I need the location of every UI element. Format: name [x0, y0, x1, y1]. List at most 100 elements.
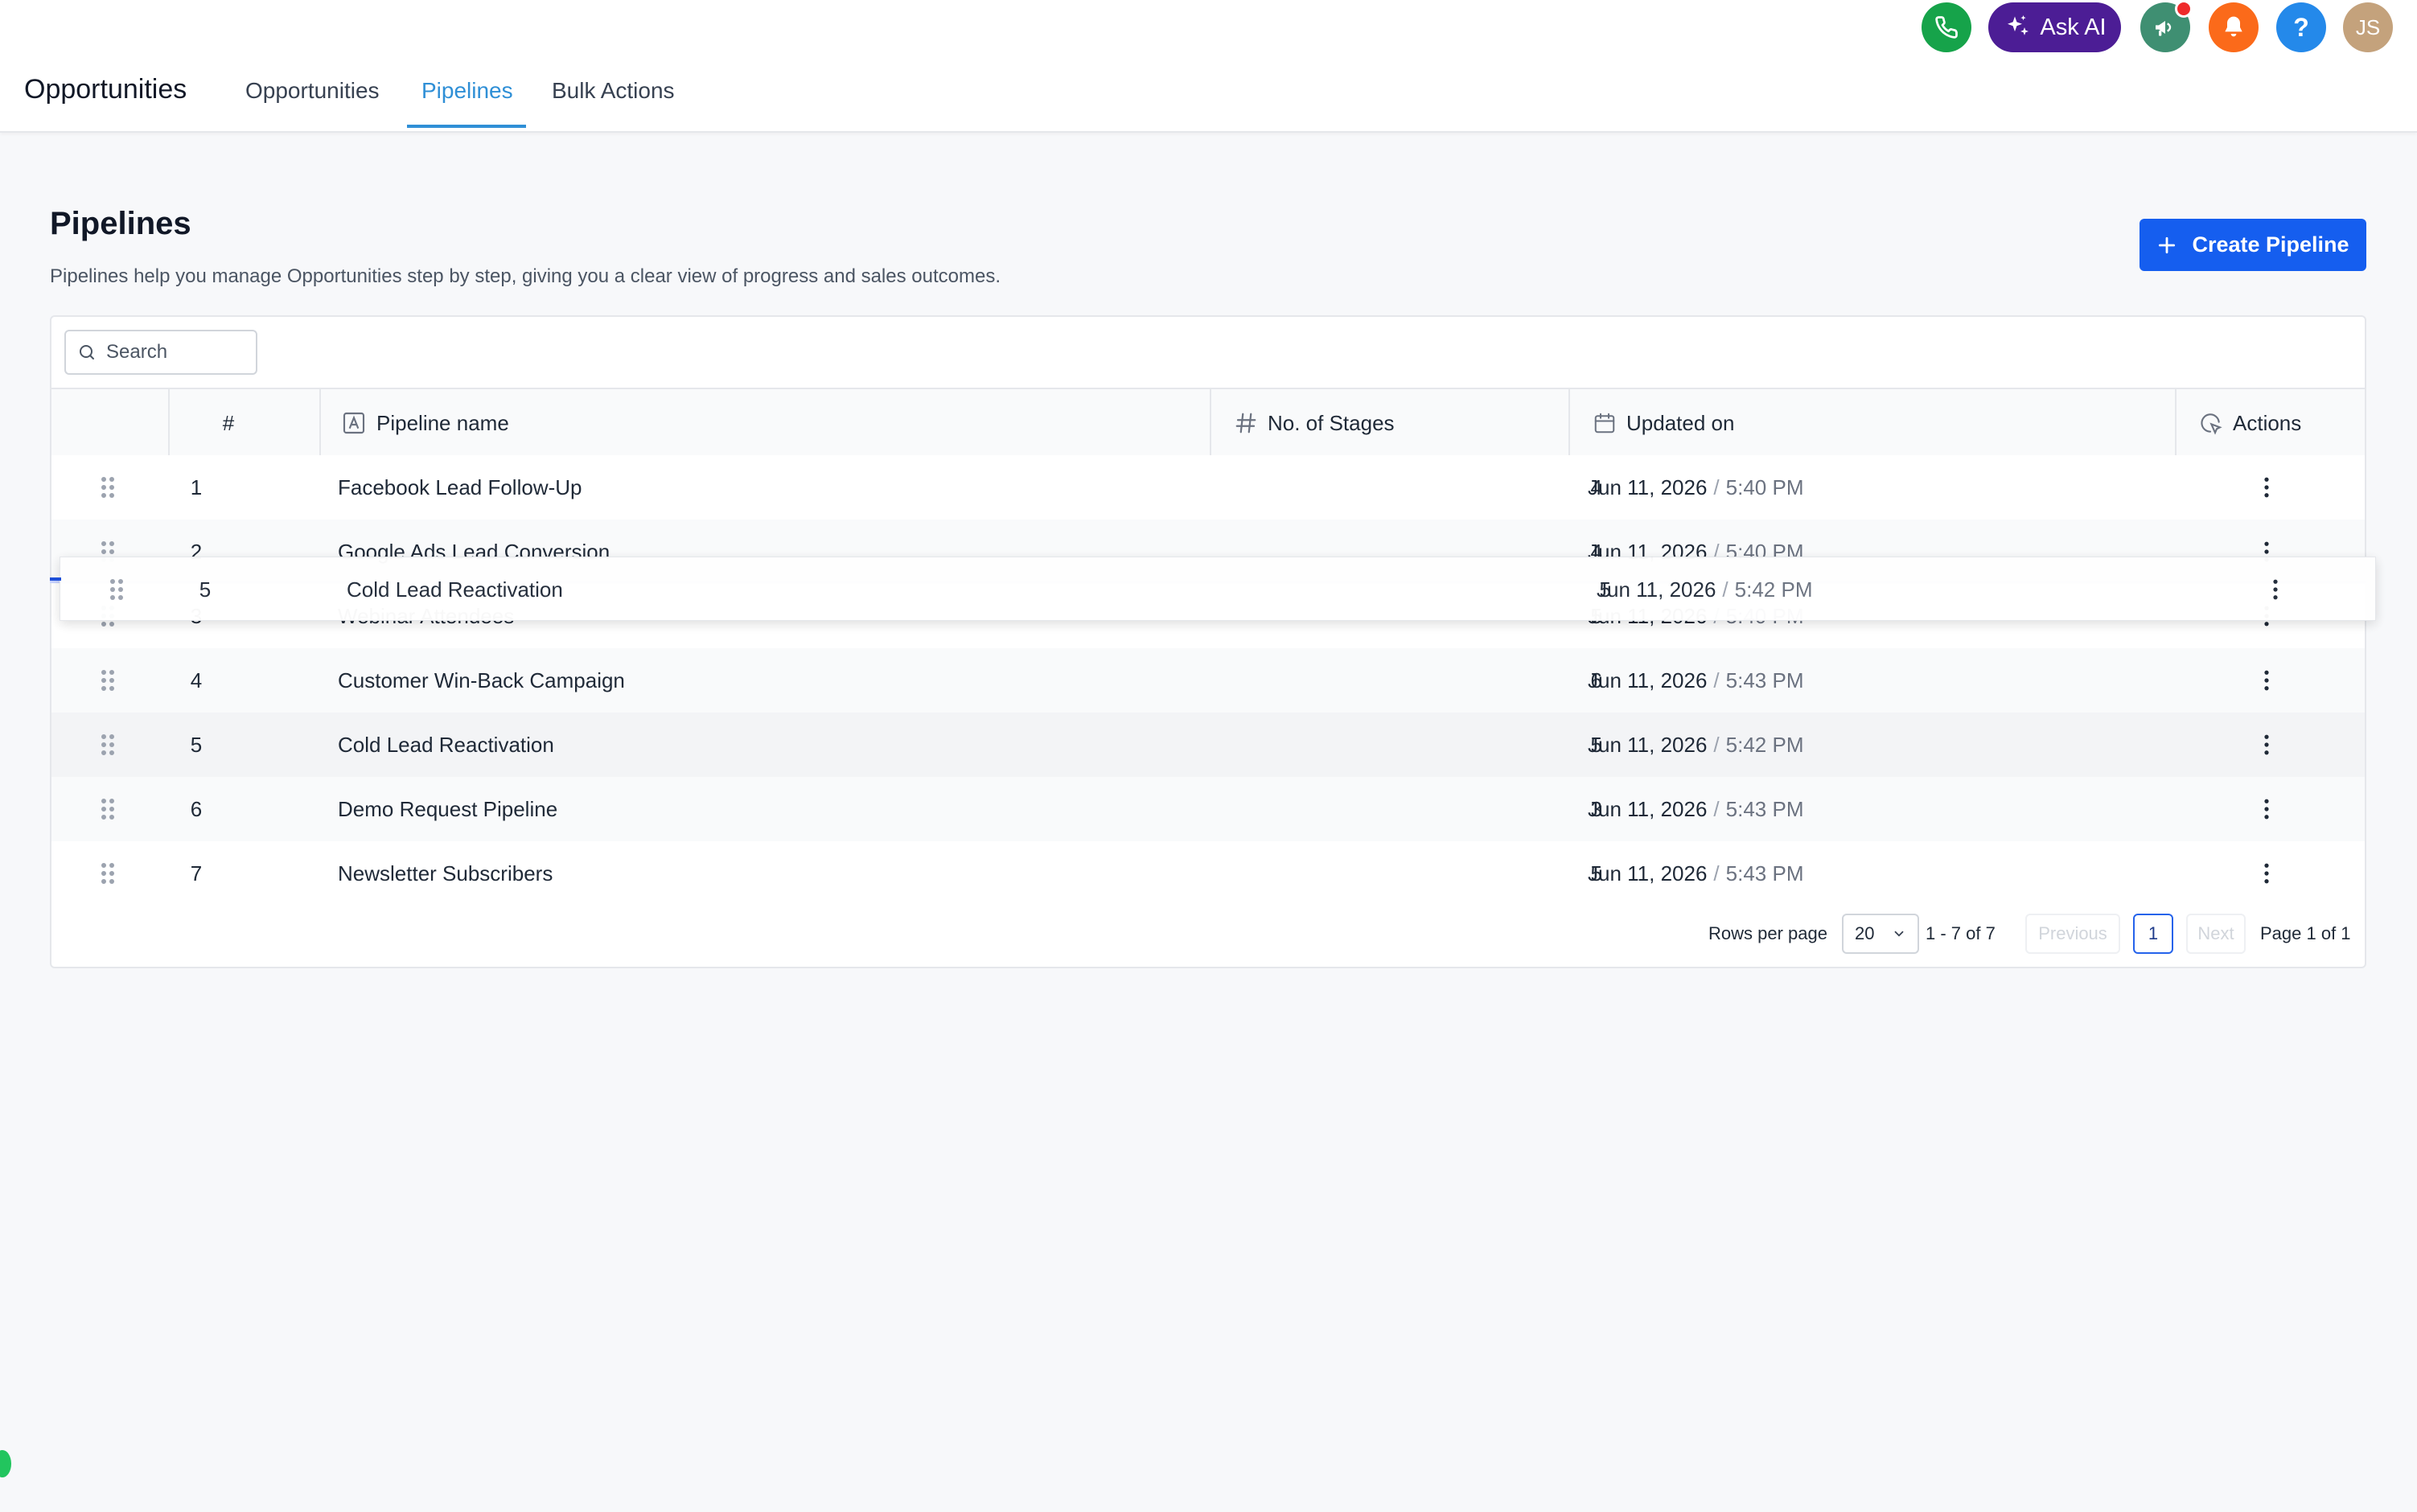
more-vertical-icon[interactable]: [2263, 648, 2270, 713]
row-number: 1: [190, 475, 203, 499]
current-page-button[interactable]: 1: [2133, 914, 2173, 954]
column-divider: [2175, 389, 2177, 457]
notifications-button[interactable]: [2209, 2, 2259, 52]
more-vertical-icon[interactable]: [2263, 777, 2270, 841]
updated-time: 5:43 PM: [1725, 861, 1804, 885]
page-title: Pipelines: [50, 206, 191, 241]
next-page-button[interactable]: Next: [2186, 914, 2246, 954]
pagination: Rows per page 20 1 - 7 of 7 Previous 1 N…: [51, 914, 2365, 954]
updated-time: 5:42 PM: [1734, 577, 1813, 602]
more-vertical-icon[interactable]: [2263, 713, 2270, 777]
table-row[interactable]: 1 Facebook Lead Follow-Up 4 Jun 11, 2026…: [51, 455, 2365, 520]
date-separator: /: [1713, 732, 1720, 757]
updated-date: Jun 11, 2026: [1588, 861, 1708, 885]
date-separator: /: [1713, 668, 1720, 692]
table-row[interactable]: 6 Demo Request Pipeline 3 Jun 11, 2026/5…: [51, 777, 2365, 841]
create-pipeline-button[interactable]: Create Pipeline: [2140, 219, 2366, 271]
bell-icon: [2225, 16, 2242, 37]
rows-per-page-value: 20: [1855, 923, 1875, 943]
updated-time: 5:43 PM: [1725, 668, 1804, 692]
date-separator: /: [1713, 796, 1720, 821]
date-separator: /: [1722, 577, 1728, 602]
notification-dot: [2175, 0, 2193, 18]
drop-indicator-marker: [50, 577, 61, 581]
updated-on: Jun 11, 2026/5:42 PM: [1597, 557, 1812, 622]
next-label: Next: [2197, 923, 2234, 943]
more-vertical-icon[interactable]: [2263, 455, 2270, 520]
active-tab-indicator: [407, 125, 526, 128]
drag-handle-icon[interactable]: [100, 648, 116, 713]
status-indicator: [0, 1450, 11, 1477]
pipeline-name[interactable]: Cold Lead Reactivation: [338, 713, 554, 777]
search-icon: [80, 345, 94, 360]
updated-time: 5:40 PM: [1725, 475, 1804, 499]
drag-handle-icon[interactable]: [100, 713, 116, 777]
user-avatar[interactable]: JS: [2343, 2, 2393, 52]
drag-handle-icon[interactable]: [100, 777, 116, 841]
column-header-actions: Actions: [2197, 389, 2301, 457]
updated-date: Jun 11, 2026: [1588, 475, 1708, 499]
rows-per-page-select[interactable]: 20: [1842, 914, 1919, 954]
rows-per-page-label: Rows per page: [1708, 923, 1827, 943]
hash-icon: [1235, 413, 1256, 433]
more-vertical-icon[interactable]: [2263, 841, 2270, 906]
column-header-index[interactable]: #: [188, 389, 269, 457]
row-number: 5: [190, 732, 203, 757]
megaphone-icon: [2156, 21, 2172, 36]
tab-opportunities[interactable]: Opportunities: [245, 78, 380, 104]
drag-handle-icon[interactable]: [100, 455, 116, 520]
phone-button[interactable]: [1922, 2, 1971, 52]
table-row[interactable]: 7 Newsletter Subscribers 5 Jun 11, 2026/…: [51, 841, 2365, 906]
stage-count: 6: [1590, 668, 1602, 692]
drag-handle-icon[interactable]: [100, 841, 116, 906]
pipelines-table-card: # Pipeline name No. of Stages Updated on…: [50, 315, 2366, 968]
row-number: 7: [190, 861, 203, 885]
chevron-down-icon: [1894, 931, 1904, 937]
row-number: 5: [199, 577, 212, 602]
pipeline-name[interactable]: Newsletter Subscribers: [338, 841, 553, 906]
column-header-stages-label: No. of Stages: [1268, 410, 1395, 435]
pipeline-name[interactable]: Demo Request Pipeline: [338, 777, 557, 841]
updated-on: Jun 11, 2026/5:40 PM: [1588, 455, 1803, 520]
updated-date: Jun 11, 2026: [1588, 732, 1708, 757]
column-header-name[interactable]: Pipeline name: [341, 389, 509, 457]
column-header-updated[interactable]: Updated on: [1593, 389, 1734, 457]
search-box[interactable]: [64, 330, 257, 375]
table-row[interactable]: 5 Cold Lead Reactivation 5 Jun 11, 2026/…: [51, 713, 2365, 777]
stage-count: 5: [1599, 577, 1611, 602]
plus-icon: [2159, 236, 2176, 253]
column-header-stages[interactable]: No. of Stages: [1234, 389, 1395, 457]
range-text: 1 - 7 of 7: [1926, 923, 1996, 943]
column-divider: [319, 389, 321, 457]
stage-count: 5: [1590, 861, 1602, 885]
updated-time: 5:43 PM: [1725, 796, 1804, 821]
column-divider: [1568, 389, 1570, 457]
row-number: 4: [190, 668, 203, 692]
stage-count: 4: [1590, 475, 1602, 499]
stage-count: 5: [1590, 732, 1602, 757]
more-vertical-icon[interactable]: [2272, 557, 2279, 622]
updated-date: Jun 11, 2026: [1597, 577, 1716, 602]
pipeline-name[interactable]: Customer Win-Back Campaign: [338, 648, 625, 713]
drag-handle-icon[interactable]: [109, 557, 125, 622]
updated-date: Jun 11, 2026: [1588, 796, 1708, 821]
dragged-row[interactable]: 5 Cold Lead Reactivation 5 Jun 11, 2026/…: [60, 557, 2376, 621]
column-header-actions-label: Actions: [2233, 410, 2302, 435]
stage-count: 3: [1590, 796, 1602, 821]
tab-bulk-actions[interactable]: Bulk Actions: [552, 78, 675, 104]
phone-icon: [1935, 16, 1958, 39]
pipeline-name[interactable]: Facebook Lead Follow-Up: [338, 455, 582, 520]
updated-on: Jun 11, 2026/5:43 PM: [1588, 648, 1803, 713]
previous-page-button[interactable]: Previous: [2025, 914, 2120, 954]
tab-pipelines[interactable]: Pipelines: [421, 78, 513, 104]
create-pipeline-label: Create Pipeline: [2192, 232, 2349, 257]
table-row[interactable]: 4 Customer Win-Back Campaign 6 Jun 11, 2…: [51, 648, 2365, 713]
app-title: Opportunities: [24, 74, 187, 105]
search-input[interactable]: [105, 340, 241, 364]
column-divider: [168, 389, 170, 457]
page-description: Pipelines help you manage Opportunities …: [50, 265, 1001, 287]
ask-ai-button[interactable]: Ask AI: [1988, 2, 2121, 52]
row-number: 6: [190, 796, 203, 821]
pipeline-name: Cold Lead Reactivation: [347, 577, 563, 602]
help-button[interactable]: ?: [2276, 2, 2326, 52]
